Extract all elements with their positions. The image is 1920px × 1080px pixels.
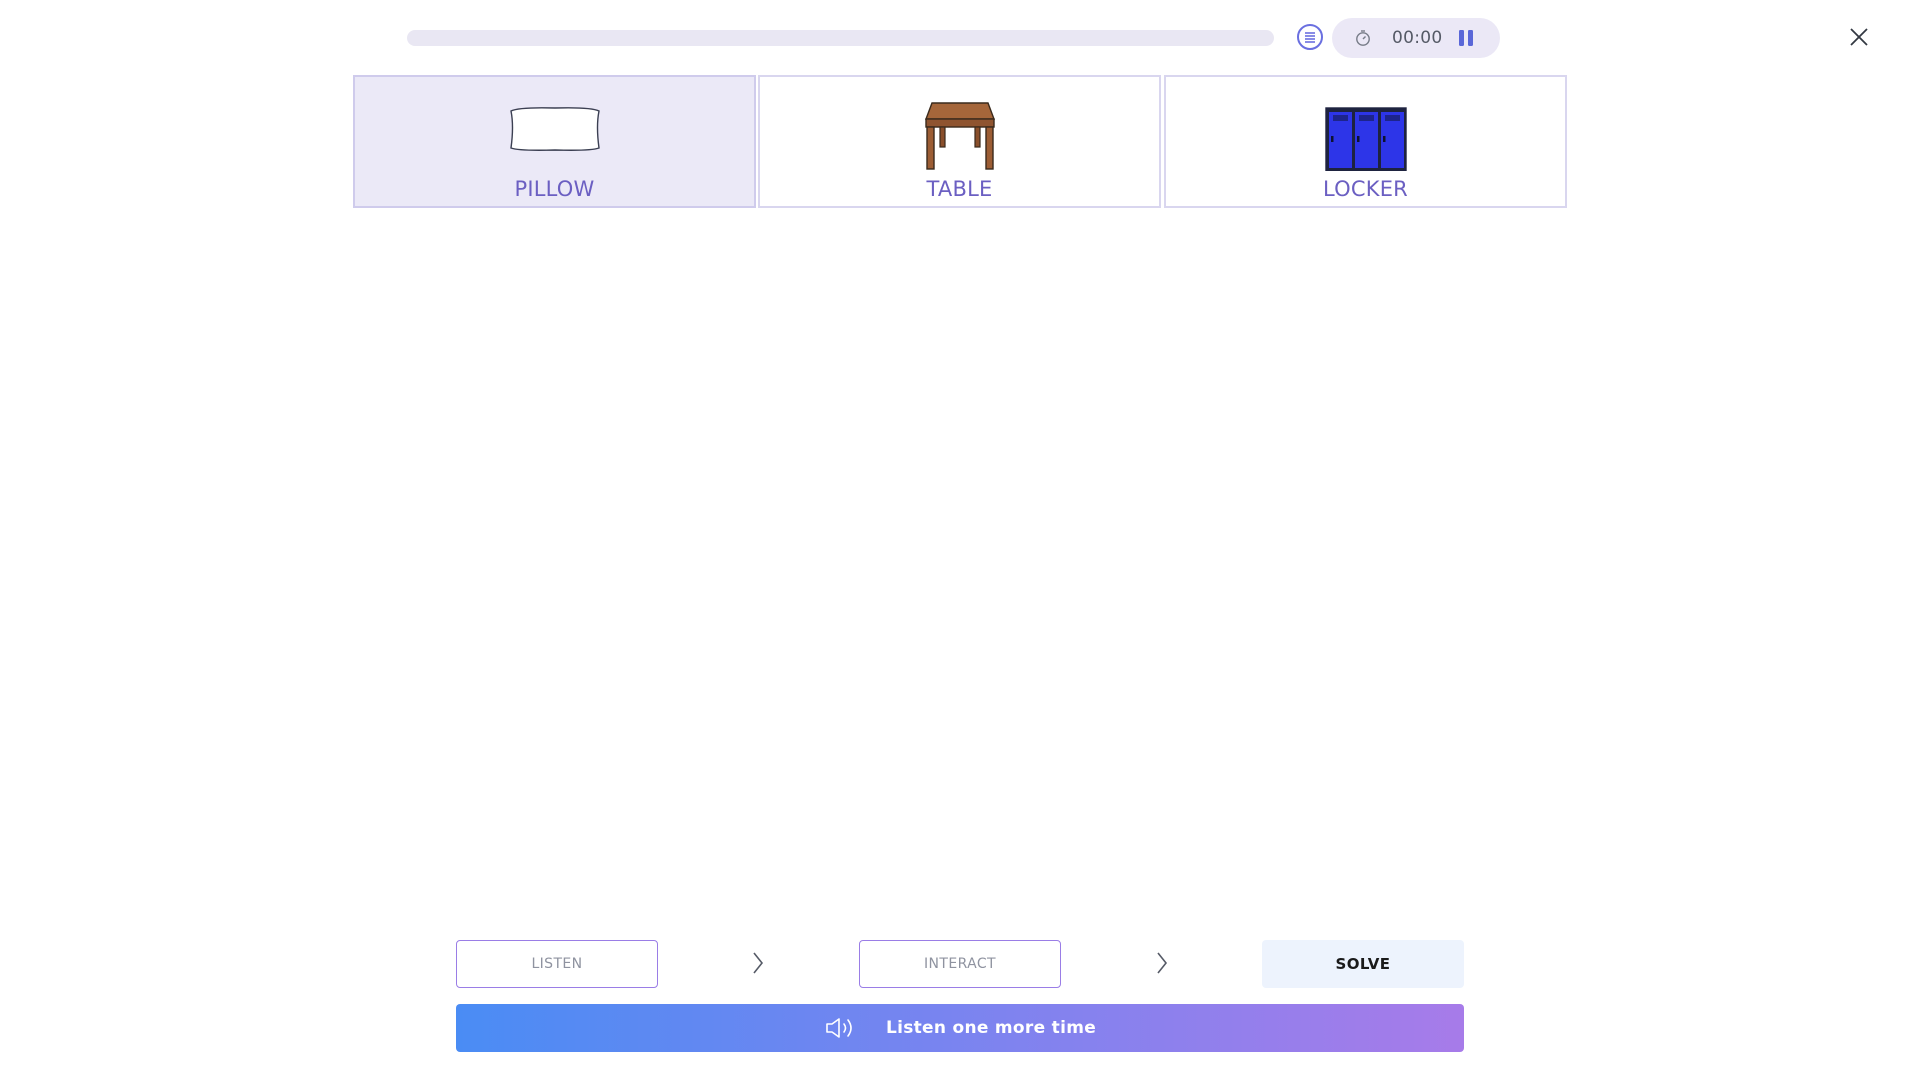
step-solve: SOLVE (1262, 940, 1464, 988)
puzzle-page: 00:00 PILLOW TABLE LOCKER LISTEN INTERAC… (0, 0, 1920, 1080)
pause-icon[interactable] (1456, 29, 1476, 47)
stopwatch-icon (1356, 30, 1370, 46)
list-icon (1305, 32, 1315, 43)
chevron-right-icon (1157, 952, 1168, 974)
listen-again-button[interactable]: Listen one more time (456, 1004, 1464, 1052)
locker-image (1324, 107, 1407, 171)
timer-value: 00:00 (1392, 28, 1443, 48)
step-solve-label: SOLVE (1335, 955, 1391, 973)
menu-button[interactable] (1297, 24, 1323, 50)
card-locker[interactable]: LOCKER (1164, 75, 1567, 208)
card-table[interactable]: TABLE (758, 75, 1161, 208)
answer-cards: PILLOW TABLE LOCKER (353, 75, 1567, 208)
table-image (924, 102, 995, 170)
card-label: LOCKER (1323, 177, 1408, 201)
pillow-image (509, 107, 600, 151)
card-label: TABLE (926, 177, 993, 201)
chevron-right-icon (753, 952, 764, 974)
card-pillow[interactable]: PILLOW (353, 75, 756, 208)
speaker-icon (826, 1018, 852, 1038)
close-icon[interactable] (1846, 24, 1872, 50)
timer-panel: 00:00 (1332, 18, 1500, 58)
listen-again-label: Listen one more time (885, 1018, 1097, 1038)
step-interact-label: INTERACT (923, 956, 997, 972)
step-listen-label: LISTEN (531, 956, 583, 972)
card-label: PILLOW (514, 177, 595, 201)
progress-bar (407, 30, 1274, 46)
step-interact: INTERACT (859, 940, 1061, 988)
step-listen: LISTEN (456, 940, 658, 988)
